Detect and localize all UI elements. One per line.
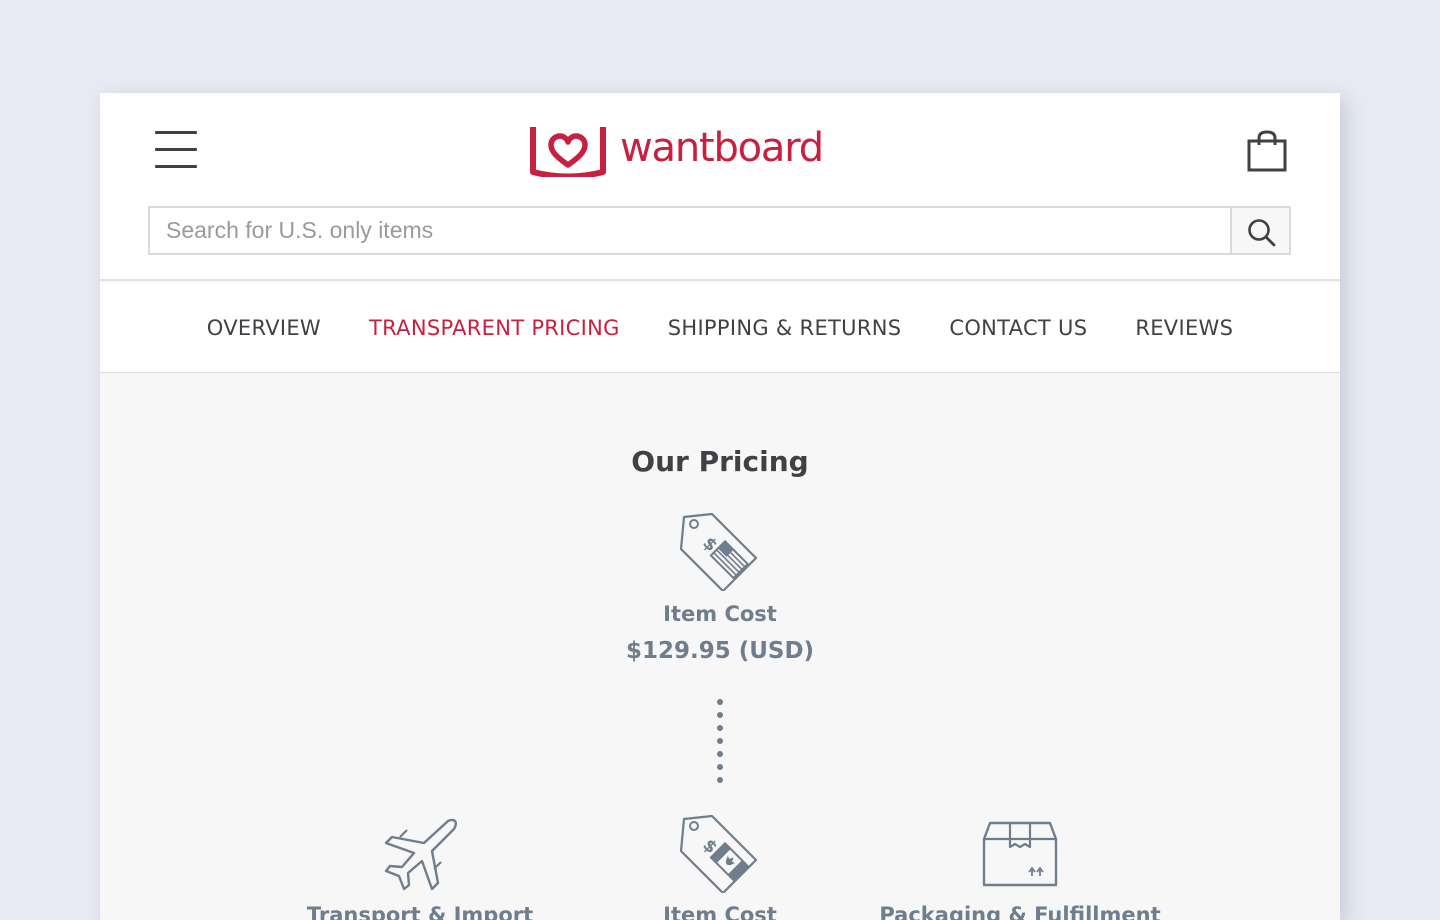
canada-price-tag-icon: $: [680, 814, 758, 893]
connector-dots: [716, 699, 724, 785]
wantboard-logo-icon: [530, 127, 606, 177]
brand-logo[interactable]: wantboard: [530, 125, 824, 177]
tab-reviews[interactable]: REVIEWS: [1135, 316, 1233, 340]
tab-shipping-returns[interactable]: SHIPPING & RETURNS: [668, 316, 902, 340]
hamburger-menu-icon[interactable]: [155, 131, 197, 169]
packaging-fulfillment-label: Packaging & Fulfillment: [879, 903, 1161, 920]
site-header: wantboard: [100, 93, 1340, 281]
search-button[interactable]: [1230, 206, 1291, 255]
item-cost-price: $129.95 (USD): [625, 638, 815, 664]
search-input[interactable]: [148, 206, 1230, 255]
transport-import-label: Transport & Import: [306, 903, 534, 920]
section-title: Our Pricing: [631, 445, 809, 478]
shopping-bag-icon[interactable]: [1246, 129, 1288, 173]
item-cost-cad-item: $ Item Cost: [570, 813, 870, 920]
packaging-fulfillment-item: Packaging & Fulfillment: [870, 813, 1170, 920]
header-divider: [100, 279, 1340, 281]
pricing-section: Our Pricing $ Item Cost $129.95 (USD) Tr…: [100, 373, 1340, 920]
transport-import-item: Transport & Import: [270, 813, 570, 920]
tab-contact-us[interactable]: CONTACT US: [949, 316, 1087, 340]
us-price-tag-icon: $: [680, 512, 758, 591]
svg-text:$: $: [698, 533, 721, 556]
tab-transparent-pricing[interactable]: TRANSPARENT PRICING: [369, 316, 620, 340]
item-cost-cad-label: Item Cost: [663, 903, 777, 920]
airplane-icon: [384, 818, 457, 891]
item-cost-label: Item Cost: [663, 602, 777, 626]
tab-overview[interactable]: OVERVIEW: [207, 316, 321, 340]
app-window: wantboard OVERVIEW TRANSPARENT PRICING S…: [100, 93, 1340, 920]
search-bar: [148, 206, 1291, 255]
search-icon: [1248, 219, 1276, 247]
brand-name: wantboard: [620, 125, 824, 171]
package-box-icon: [982, 821, 1058, 887]
section-tabs: OVERVIEW TRANSPARENT PRICING SHIPPING & …: [100, 283, 1340, 373]
